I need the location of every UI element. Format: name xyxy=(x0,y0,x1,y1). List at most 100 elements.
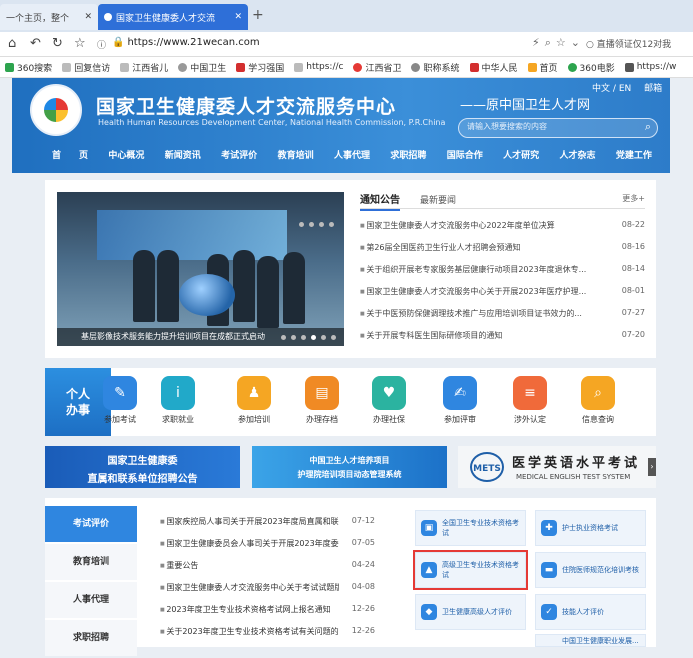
review-icon: ✍ xyxy=(443,376,477,410)
bookmark-label: 江西省卫 xyxy=(365,63,402,74)
carousel-dots[interactable] xyxy=(281,335,336,340)
news-item[interactable]: 2023年度卫生专业技术资格考试网上报名通知 12-26 xyxy=(160,604,375,622)
nav-magazine[interactable]: 人才杂志 xyxy=(560,148,596,168)
exam-button-nurse[interactable]: ✚ 护士执业资格考试 xyxy=(535,510,646,546)
lang-en-link[interactable]: EN xyxy=(619,84,631,94)
nav-jobs[interactable]: 求职招聘 xyxy=(390,148,426,168)
search-input[interactable] xyxy=(467,122,627,131)
service-query[interactable]: ⌕ 信息查询 xyxy=(572,376,624,425)
bookmark-item[interactable]: 回复信访 xyxy=(57,61,115,74)
info-icon[interactable]: ⓘ xyxy=(97,38,106,51)
promo-recruitment[interactable]: 国家卫生健康委 直属和联系单位招聘公告 xyxy=(45,446,240,488)
exam-button-career[interactable]: 中国卫生健康职业发展... xyxy=(535,634,646,647)
promo-next-arrow[interactable]: › xyxy=(648,458,656,476)
bookmark-icon xyxy=(236,62,246,72)
browser-tab-1[interactable]: 一个主页，整个 ✕ xyxy=(0,4,98,30)
bookmark-item[interactable]: https://w xyxy=(620,62,682,72)
launch-globe xyxy=(179,274,235,316)
service-exam[interactable]: ✎ 参加考试 xyxy=(94,376,146,425)
close-tab-icon[interactable]: ✕ xyxy=(234,12,242,22)
bookmark-item[interactable]: 中华人民 xyxy=(465,61,523,74)
bookmark-label: 江西省儿 xyxy=(132,63,169,74)
nav-overview[interactable]: 中心概况 xyxy=(108,148,144,168)
promo-mets[interactable]: METS 医学英语水平考试 MEDICAL ENGLISH TEST SYSTE… xyxy=(458,446,656,488)
nav-international[interactable]: 国际合作 xyxy=(447,148,483,168)
bookmark-icon xyxy=(411,62,421,72)
exam-button-national[interactable]: ▣ 全国卫生专业技术资格考试 xyxy=(415,510,526,546)
bookmark-item[interactable]: https://c xyxy=(289,62,348,72)
notice-title: 国家卫生健康委人才交流服务中心关于开展2023年医疗护理... xyxy=(360,286,611,301)
exam-button-senior-talent[interactable]: ◆ 卫生健康高级人才评价 xyxy=(415,594,526,630)
service-training[interactable]: ♟ 参加培训 xyxy=(228,376,280,425)
news-item[interactable]: 国家疾控局人事司关于开展2023年度局直属和联系... 07-12 xyxy=(160,516,375,534)
service-social-security[interactable]: ♥ 办理社保 xyxy=(363,376,415,425)
ad-link[interactable]: ○ 直播领证仅12对我 xyxy=(586,37,671,50)
nav-news[interactable]: 新闻资讯 xyxy=(165,148,201,168)
news-date: 12-26 xyxy=(351,604,375,613)
news-item[interactable]: 国家卫生健康委员会人事司关于开展2023年度委直... 07-05 xyxy=(160,538,375,556)
mail-link[interactable]: 邮箱 xyxy=(644,84,662,94)
news-item[interactable]: 关于2023年度卫生专业技术资格考试有关问题的通... 12-26 xyxy=(160,626,375,644)
notice-item[interactable]: 关于开展专科医生国际研修项目的通知 07-20 xyxy=(360,330,645,345)
bookmark-item[interactable]: 360搜索 xyxy=(0,61,57,74)
side-tab-training[interactable]: 教育培训 xyxy=(45,544,137,580)
bookmark-item[interactable]: 360电影 xyxy=(563,61,620,74)
service-foreign[interactable]: ≡ 涉外认定 xyxy=(504,376,556,425)
notice-item[interactable]: 第26届全国医药卫生行业人才招聘会预通知 08-16 xyxy=(360,242,645,257)
site-title: 国家卫生健康委人才交流服务中心 xyxy=(96,96,397,118)
favorite-star-icon[interactable]: ☆ xyxy=(74,36,86,51)
search-icon[interactable]: ⌕ xyxy=(645,120,651,134)
url-field[interactable]: 🔒 https://www.21wecan.com xyxy=(112,37,260,48)
lang-cn-link[interactable]: 中文 xyxy=(592,84,610,94)
news-item[interactable]: 国家卫生健康委人才交流服务中心关于考试试题版... 04-08 xyxy=(160,582,375,600)
bookmark-label: 职称系统 xyxy=(423,63,460,74)
news-item[interactable]: 重要公告 04-24 xyxy=(160,560,375,578)
exam-button-residency[interactable]: ▬ 住院医师规范化培训考核 xyxy=(535,552,646,588)
bookmark-item[interactable]: 中国卫生 xyxy=(173,61,231,74)
side-tab-jobs[interactable]: 求职招聘 xyxy=(45,620,137,656)
bookmark-item[interactable]: 首页 xyxy=(523,61,563,74)
refresh-icon[interactable]: ↻ xyxy=(52,36,63,51)
nav-exam[interactable]: 考试评价 xyxy=(221,148,257,168)
button-label: 全国卫生专业技术资格考试 xyxy=(442,519,519,537)
bookmark-label: 学习强国 xyxy=(248,63,285,74)
notice-item[interactable]: 关于中医预防保健调理技术推广与应用培训项目证书效力的... 07-27 xyxy=(360,308,645,323)
tab-notices[interactable]: 通知公告 xyxy=(360,191,400,211)
side-tab-personnel[interactable]: 人事代理 xyxy=(45,582,137,618)
notice-item[interactable]: 关于组织开展老专家服务基层健康行动项目2023年度退休专... 08-14 xyxy=(360,264,645,279)
back-icon[interactable]: ↶ xyxy=(30,36,41,51)
notice-item[interactable]: 国家卫生健康委人才交流服务中心关于开展2023年医疗护理... 08-01 xyxy=(360,286,645,301)
nav-personnel[interactable]: 人事代理 xyxy=(334,148,370,168)
side-tab-exam[interactable]: 考试评价 xyxy=(45,506,137,542)
bookmark-item[interactable]: 江西省儿 xyxy=(115,61,173,74)
bookmark-item[interactable]: 职称系统 xyxy=(406,61,464,74)
notice-title: 关于组织开展老专家服务基层健康行动项目2023年度退休专... xyxy=(360,264,611,279)
close-tab-icon[interactable]: ✕ xyxy=(84,12,92,22)
bookmark-label: https://w xyxy=(636,62,677,72)
service-review[interactable]: ✍ 参加评审 xyxy=(434,376,486,425)
service-label: 求职就业 xyxy=(162,415,194,424)
bookmark-item[interactable]: 江西省卫 xyxy=(348,61,406,74)
news-carousel[interactable]: 基层影像技术服务能力提升培训项目在成都正式启动 xyxy=(57,192,344,346)
home-icon[interactable]: ⌂ xyxy=(8,36,16,51)
browser-tab-2-active[interactable]: 国家卫生健康委人才交流 ✕ xyxy=(98,4,248,30)
bookmark-label: 中国卫生 xyxy=(190,63,227,74)
promo-training-system[interactable]: 中国卫生人才培养项目 护理院培训项目动态管理系统 xyxy=(252,446,447,488)
new-tab-button[interactable]: + xyxy=(252,7,264,23)
news-date: 12-26 xyxy=(351,626,375,635)
bookmark-item[interactable]: 学习强国 xyxy=(231,61,289,74)
center-logo-icon[interactable] xyxy=(30,84,82,136)
more-link[interactable]: 更多+ xyxy=(622,193,645,204)
nav-research[interactable]: 人才研究 xyxy=(503,148,539,168)
nav-training[interactable]: 教育培训 xyxy=(278,148,314,168)
person-figure xyxy=(133,250,155,322)
service-archive[interactable]: ▤ 办理存档 xyxy=(296,376,348,425)
promo-1-line-1: 国家卫生健康委 xyxy=(107,456,178,467)
nav-party[interactable]: 党建工作 xyxy=(616,148,652,168)
toolbar-icons[interactable]: ⚡⌕☆⌄ xyxy=(532,36,585,50)
notice-item[interactable]: 国家卫生健康委人才交流服务中心2022年度单位决算 08-22 xyxy=(360,220,645,235)
tab-latest-news[interactable]: 最新要闻 xyxy=(420,193,456,206)
service-info[interactable]: i 求职就业 xyxy=(152,376,204,425)
nav-home[interactable]: 首 页 xyxy=(52,148,88,168)
exam-button-skill[interactable]: ✓ 技能人才评价 xyxy=(535,594,646,630)
